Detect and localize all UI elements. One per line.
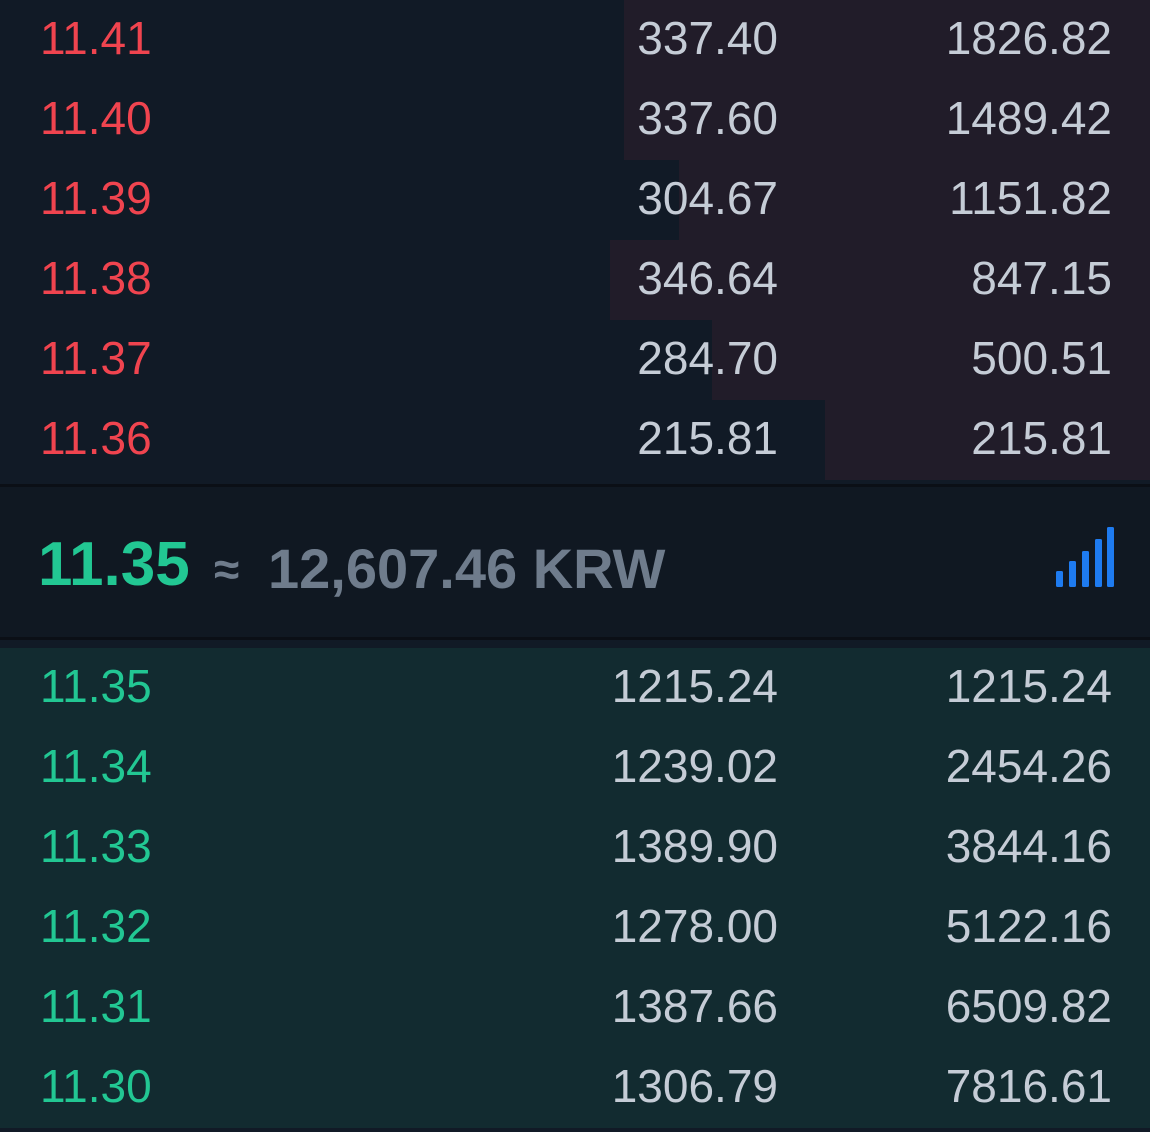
ask-total: 1826.82 (945, 12, 1112, 64)
converted-price: 12,607.46 KRW (268, 537, 666, 600)
bid-row[interactable]: 11.30 1306.79 7816.61 (0, 1048, 1150, 1128)
ask-total: 1489.42 (945, 92, 1112, 144)
ask-price: 11.36 (40, 412, 152, 464)
ask-row[interactable]: 11.40 337.60 1489.42 (0, 80, 1150, 160)
ask-price: 11.37 (40, 332, 152, 384)
last-price-bar: 11.35 ≈ 12,607.46 KRW (0, 484, 1150, 640)
ask-total: 215.81 (971, 412, 1112, 464)
ask-price: 11.40 (40, 92, 152, 144)
ask-total: 847.15 (971, 252, 1112, 304)
ask-amount: 337.60 (637, 92, 778, 144)
ask-row[interactable]: 11.36 215.81 215.81 (0, 400, 1150, 480)
ask-price: 11.41 (40, 12, 152, 64)
ask-amount: 337.40 (637, 12, 778, 64)
bid-price: 11.32 (40, 900, 152, 952)
bid-price: 11.31 (40, 980, 152, 1032)
bid-total: 7816.61 (945, 1060, 1112, 1112)
ask-amount: 346.64 (637, 252, 778, 304)
bid-price: 11.30 (40, 1060, 152, 1112)
bid-list: 11.35 1215.24 1215.24 11.34 1239.02 2454.26 11… (0, 648, 1150, 1132)
ask-total: 500.51 (971, 332, 1112, 384)
ask-row[interactable]: 11.39 304.67 1151.82 (0, 160, 1150, 240)
ask-row[interactable]: 11.37 284.70 500.51 (0, 320, 1150, 400)
ask-amount: 284.70 (637, 332, 778, 384)
ask-row[interactable]: 11.38 346.64 847.15 (0, 240, 1150, 320)
ask-price: 11.39 (40, 172, 152, 224)
bid-row[interactable]: 11.34 1239.02 2454.26 (0, 728, 1150, 808)
bid-price: 11.35 (40, 660, 152, 712)
bid-price: 11.34 (40, 740, 152, 792)
bid-amount: 1389.90 (611, 820, 778, 872)
bid-row[interactable]: 11.35 1215.24 1215.24 (0, 648, 1150, 728)
ask-total: 1151.82 (949, 172, 1112, 224)
bid-amount: 1387.66 (611, 980, 778, 1032)
ask-row[interactable]: 11.41 337.40 1826.82 (0, 0, 1150, 80)
signal-bars-icon[interactable] (1054, 527, 1114, 589)
bid-total: 6509.82 (945, 980, 1112, 1032)
ask-amount: 304.67 (637, 172, 778, 224)
bid-row[interactable]: 11.31 1387.66 6509.82 (0, 968, 1150, 1048)
bid-row[interactable]: 11.33 1389.90 3844.16 (0, 808, 1150, 888)
bid-total: 5122.16 (945, 900, 1112, 952)
last-price: 11.35 (38, 530, 190, 599)
ask-list: 11.41 337.40 1826.82 11.40 337.60 1489.42 11.3… (0, 0, 1150, 480)
order-book: 11.41 337.40 1826.82 11.40 337.60 1489.42 11.3… (0, 0, 1150, 1132)
bid-amount: 1278.00 (611, 900, 778, 952)
approx-symbol: ≈ (214, 543, 240, 595)
bid-amount: 1306.79 (611, 1060, 778, 1112)
ask-amount: 215.81 (637, 412, 778, 464)
bid-total: 1215.24 (945, 660, 1112, 712)
bid-row[interactable]: 11.32 1278.00 5122.16 (0, 888, 1150, 968)
ask-price: 11.38 (40, 252, 152, 304)
bid-total: 2454.26 (945, 740, 1112, 792)
bid-price: 11.33 (40, 820, 152, 872)
bid-amount: 1215.24 (611, 660, 778, 712)
bid-amount: 1239.02 (611, 740, 778, 792)
bid-total: 3844.16 (945, 820, 1112, 872)
